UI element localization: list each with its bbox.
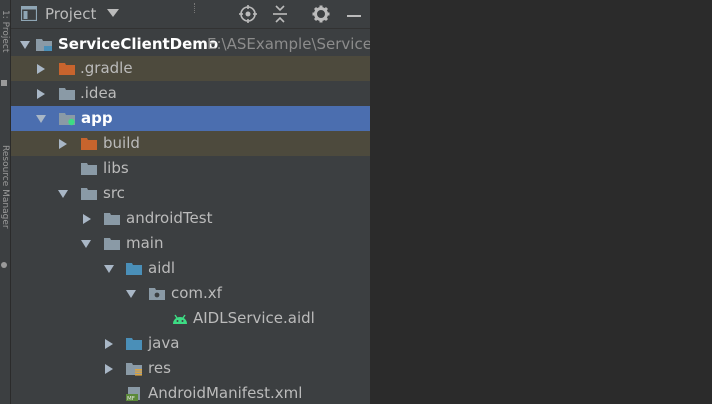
tree-item-label: .gradle [80,59,133,77]
tree-item-label: build [103,134,140,152]
manifest-icon: MF [126,387,140,401]
tree-row-libs[interactable]: libs [11,156,370,181]
folder-icon [81,163,97,175]
android-icon [173,314,187,324]
expand-arrow-icon[interactable] [81,239,91,249]
tree-row-project-root[interactable]: ServiceClientDemo E:\ASExample\ServiceC [11,32,370,57]
excluded-folder-icon [59,63,75,75]
tree-row-idea[interactable]: .idea [11,81,370,106]
tree-item-label: aidl [148,259,176,277]
tree-item-label: app [81,109,113,127]
tree-row-aidlservice[interactable]: AIDLService.aidl [11,306,370,331]
project-panel-header: Project [11,0,370,29]
source-folder-icon [126,263,142,275]
tree-row-main[interactable]: main [11,231,370,256]
expand-arrow-icon[interactable] [36,89,46,99]
expand-arrow-icon[interactable] [126,289,136,299]
tree-row-app[interactable]: app [11,106,370,131]
project-panel: Project ServiceClientDemo E:\ASExample\S… [11,0,370,404]
project-tool-tab[interactable]: 1: Project [0,10,10,80]
locate-icon[interactable] [238,4,258,24]
expand-arrow-icon[interactable] [36,64,46,74]
tree-item-label: main [126,234,164,252]
resource-manager-tool-tab[interactable]: Resource Manager [0,145,10,229]
folder-icon [104,238,120,250]
expand-arrow-icon[interactable] [104,364,114,374]
tree-row-com-xf[interactable]: com.xf [11,281,370,306]
tree-row-build[interactable]: build [11,131,370,156]
tree-row-androidmanifest[interactable]: MF AndroidManifest.xml [11,381,370,404]
tree-item-label: java [148,334,180,352]
project-view-icon [21,6,37,21]
folder-icon [81,188,97,200]
tree-row-gradle[interactable]: .gradle [11,56,370,81]
resource-manager-icon[interactable] [1,262,7,268]
package-icon [149,288,165,300]
project-tool-icon[interactable] [1,80,7,86]
tree-item-label: AndroidManifest.xml [148,384,303,402]
tree-row-androidtest[interactable]: androidTest [11,206,370,231]
android-module-folder-icon [59,113,75,126]
expand-arrow-icon[interactable] [36,114,46,124]
expand-arrow-icon[interactable] [104,264,114,274]
expand-arrow-icon[interactable] [104,339,114,349]
tree-item-label: libs [103,159,129,177]
folder-icon [104,213,120,225]
project-path: E:\ASExample\ServiceC [207,35,370,53]
tree-item-label: .idea [80,84,117,102]
expand-arrow-icon[interactable] [58,189,68,199]
left-tool-strip: 1: Project Resource Manager [0,0,11,404]
tree-row-src[interactable]: src [11,181,370,206]
chevron-down-icon[interactable] [107,9,119,18]
editor-area [372,0,712,404]
hide-icon[interactable] [344,4,364,24]
module-folder-icon [36,39,52,51]
expand-arrow-icon[interactable] [58,139,68,149]
expand-arrow-icon[interactable] [82,214,92,224]
tree-item-label: res [148,359,171,377]
expand-arrow-icon[interactable] [20,40,30,50]
toolbar-separator [194,3,196,13]
source-folder-icon [126,338,142,350]
folder-icon [59,88,75,100]
tree-row-aidl[interactable]: aidl [11,256,370,281]
tree-item-label: androidTest [126,209,213,227]
panel-title[interactable]: Project [45,5,96,23]
tree-item-label: ServiceClientDemo [58,35,219,53]
tree-item-label: com.xf [171,284,222,302]
tree-row-res[interactable]: res [11,356,370,381]
gear-icon[interactable] [311,4,331,24]
excluded-folder-icon [81,138,97,150]
tree-item-label: src [103,184,125,202]
tree-item-label: AIDLService.aidl [193,309,315,327]
resources-folder-icon [126,363,142,376]
tree-row-java[interactable]: java [11,331,370,356]
collapse-all-icon[interactable] [270,4,290,24]
svg-text:MF: MF [127,396,135,401]
